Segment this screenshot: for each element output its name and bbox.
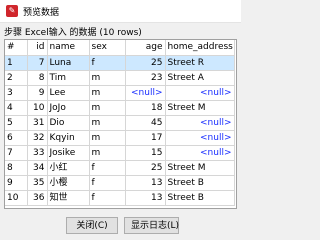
cell-id: 34	[27, 160, 48, 176]
cell-id: 33	[27, 145, 48, 161]
cell-sex: m	[89, 145, 126, 161]
close-button[interactable]: 关闭(C)	[66, 217, 118, 234]
cell-id: 9	[27, 85, 48, 101]
cell-name: JoJo	[47, 100, 90, 116]
cell-name: Dio	[47, 115, 90, 131]
cell-name: Lee	[47, 85, 90, 101]
table-row[interactable]: 10 36 知世 f 13 Street B	[5, 190, 235, 206]
table-row[interactable]: 1 7 Luna f 25 Street R	[5, 55, 235, 71]
cell-home-address: Street R	[165, 55, 235, 71]
cell-name: Josike	[47, 145, 90, 161]
cell-id: 7	[27, 55, 48, 71]
cell-age: 13	[125, 175, 166, 191]
cell-age: 18	[125, 100, 166, 116]
cell-age: 17	[125, 130, 166, 146]
cell-sex: m	[89, 115, 126, 131]
cell-age: 13	[125, 190, 166, 206]
cell-home-address: Street M	[165, 100, 235, 116]
cell-home-address: Street B	[165, 175, 235, 191]
cell-home-address: <null>	[165, 130, 235, 146]
cell-sex: f	[89, 55, 126, 71]
table-header-row: # id name sex age home_address	[5, 40, 235, 56]
cell-home-address: <null>	[165, 145, 235, 161]
cell-index: 2	[5, 70, 28, 86]
cell-index: 3	[5, 85, 28, 101]
table-row[interactable]: 9 35 小樱 f 13 Street B	[5, 175, 235, 191]
table-row[interactable]: 2 8 Tim m 23 Street A	[5, 70, 235, 86]
cell-name: 小樱	[47, 175, 90, 191]
cell-age: 25	[125, 55, 166, 71]
cell-index: 4	[5, 100, 28, 116]
cell-name: 知世	[47, 190, 90, 206]
cell-age: 45	[125, 115, 166, 131]
cell-id: 36	[27, 190, 48, 206]
column-header-id[interactable]: id	[27, 40, 48, 56]
table-row[interactable]: 6 32 Kqyin m 17 <null>	[5, 130, 235, 146]
cell-home-address: <null>	[165, 115, 235, 131]
column-header-sex[interactable]: sex	[89, 40, 126, 56]
cell-home-address: Street M	[165, 160, 235, 176]
cell-sex: m	[89, 130, 126, 146]
cell-index: 1	[5, 55, 28, 71]
cell-sex: f	[89, 160, 126, 176]
cell-name: Luna	[47, 55, 90, 71]
cell-id: 8	[27, 70, 48, 86]
cell-age: <null>	[125, 85, 166, 101]
cell-name: 小红	[47, 160, 90, 176]
cell-id: 32	[27, 130, 48, 146]
cell-sex: f	[89, 175, 126, 191]
cell-home-address: Street A	[165, 70, 235, 86]
cell-sex: m	[89, 70, 126, 86]
cell-id: 31	[27, 115, 48, 131]
column-header-name[interactable]: name	[47, 40, 90, 56]
cell-home-address: Street B	[165, 190, 235, 206]
cell-age: 15	[125, 145, 166, 161]
cell-age: 23	[125, 70, 166, 86]
cell-home-address: <null>	[165, 85, 235, 101]
table-row[interactable]: 8 34 小红 f 25 Street M	[5, 160, 235, 176]
cell-id: 10	[27, 100, 48, 116]
cell-sex: m	[89, 85, 126, 101]
cell-index: 5	[5, 115, 28, 131]
cell-name: Kqyin	[47, 130, 90, 146]
cell-index: 10	[5, 190, 28, 206]
table-row[interactable]: 7 33 Josike m 15 <null>	[5, 145, 235, 161]
preview-subtitle: 步骤 Excel输入 的数据 (10 rows)	[4, 28, 142, 38]
title-bar: ✎ 预览数据	[0, 0, 241, 23]
column-header-home-address[interactable]: home_address	[165, 40, 235, 56]
table-row[interactable]: 5 31 Dio m 45 <null>	[5, 115, 235, 131]
app-logo-icon: ✎	[6, 5, 18, 17]
table-row[interactable]: 4 10 JoJo m 18 Street M	[5, 100, 235, 116]
window-title: 预览数据	[23, 7, 60, 18]
cell-index: 7	[5, 145, 28, 161]
show-log-button[interactable]: 显示日志(L)	[124, 217, 179, 234]
column-header-index[interactable]: #	[5, 40, 28, 56]
cell-index: 9	[5, 175, 28, 191]
cell-id: 35	[27, 175, 48, 191]
preview-data-grid[interactable]: # id name sex age home_address 1 7 Luna f 25…	[4, 39, 237, 209]
column-header-age[interactable]: age	[125, 40, 166, 56]
cell-name: Tim	[47, 70, 90, 86]
cell-index: 8	[5, 160, 28, 176]
cell-sex: f	[89, 190, 126, 206]
cell-sex: m	[89, 100, 126, 116]
cell-age: 25	[125, 160, 166, 176]
data-table: # id name sex age home_address 1 7 Luna f 25…	[5, 40, 235, 206]
table-row[interactable]: 3 9 Lee m <null> <null>	[5, 85, 235, 101]
cell-index: 6	[5, 130, 28, 146]
